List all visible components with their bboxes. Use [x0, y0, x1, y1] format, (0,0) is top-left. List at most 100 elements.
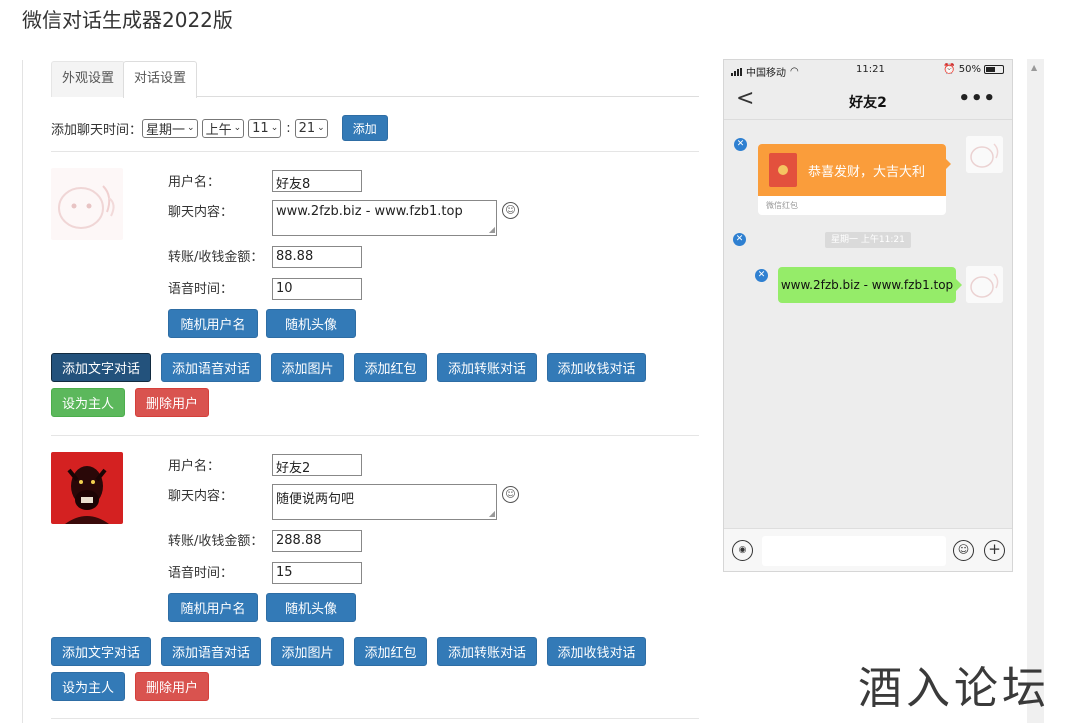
amount-label: 转账/收钱金额： [168, 534, 264, 549]
set-owner-button[interactable]: 设为主人 [51, 388, 125, 417]
add-time-button[interactable]: 添加 [341, 115, 388, 141]
tab-bar: 外观设置 对话设置 [51, 60, 699, 98]
bubble-tail [945, 158, 951, 170]
content-value: www.2fzb.biz - www.fzb1.top [276, 204, 463, 219]
add-text-dialog-button[interactable]: 添加文字对话 [51, 637, 151, 666]
period-value: 上午 [205, 122, 232, 138]
smiley-icon[interactable]: ☺ [502, 202, 519, 219]
voice-time-input[interactable]: 10 [272, 278, 362, 300]
content-textarea[interactable]: 随便说两句吧 ◢ [272, 484, 497, 520]
amount-label: 转账/收钱金额： [168, 250, 264, 265]
phone-preview: 中国移动 ◠ 11:21 ⏰ 50% < 好友2 ••• ✕ 恭喜发财，大吉大利… [723, 59, 1013, 572]
add-redpacket-button[interactable]: 添加红包 [354, 637, 427, 666]
user-avatar[interactable] [51, 168, 123, 240]
dialog-actions: 添加文字对话 添加语音对话 添加图片 添加红包 添加转账对话 添加收钱对话 [51, 637, 646, 666]
editor-panel: 外观设置 对话设置 添加聊天时间： 星期一 ⌄ 上午 ⌄ 11 ⌄ : 21 ⌄ 添加 [22, 60, 702, 723]
user-block-1: 用户名： 好友8 聊天内容： www.2fzb.biz - www.fzb1.t… [51, 152, 701, 432]
content-label: 聊天内容： [168, 205, 234, 220]
content-label: 聊天内容： [168, 489, 234, 504]
resize-handle-icon[interactable]: ◢ [489, 226, 495, 234]
status-right: ⏰ 50% [943, 64, 1004, 75]
username-input[interactable]: 好友8 [272, 170, 362, 192]
add-receive-dialog-button[interactable]: 添加收钱对话 [547, 353, 646, 382]
add-time-label: 添加聊天时间： [51, 122, 143, 138]
tab-dialog[interactable]: 对话设置 [123, 61, 198, 98]
page-title: 微信对话生成器2022版 [22, 8, 233, 32]
username-label: 用户名： [168, 459, 221, 474]
add-transfer-dialog-button[interactable]: 添加转账对话 [437, 637, 537, 666]
add-receive-dialog-button[interactable]: 添加收钱对话 [547, 637, 646, 666]
status-time: 11:21 [856, 64, 885, 75]
content-value: 随便说两句吧 [276, 492, 355, 507]
chat-nav-bar: < 好友2 ••• [724, 82, 1012, 120]
random-username-button[interactable]: 随机用户名 [168, 593, 258, 622]
battery-icon [984, 65, 1004, 74]
voice-time-label: 语音时间： [168, 282, 234, 297]
chevron-down-icon: ⌄ [317, 123, 325, 133]
username-label: 用户名： [168, 175, 221, 190]
scroll-up-icon[interactable]: ▲ [1031, 63, 1037, 72]
random-buttons: 随机用户名 随机头像 [168, 593, 356, 622]
battery-percent: 50% [958, 64, 981, 75]
phone-status-bar: 中国移动 ◠ 11:21 ⏰ 50% [724, 60, 1012, 82]
voice-icon[interactable]: ◉ [732, 540, 753, 561]
user-actions: 设为主人 删除用户 [51, 672, 209, 701]
add-text-dialog-button[interactable]: 添加文字对话 [51, 353, 151, 382]
amount-input[interactable]: 288.88 [272, 530, 362, 552]
redpacket-sub: 微信红包 [766, 201, 798, 210]
chat-input-bar: ◉ ☺ + [724, 528, 1012, 571]
redpacket-message[interactable]: 恭喜发财，大吉大利 微信红包 [758, 144, 946, 215]
add-image-button[interactable]: 添加图片 [271, 637, 344, 666]
hour-value: 11 [252, 120, 269, 136]
smiley-icon[interactable]: ☺ [502, 486, 519, 503]
scrollbar[interactable]: ▲ [1027, 59, 1044, 723]
chat-input[interactable] [762, 536, 946, 566]
smiley-icon[interactable]: ☺ [953, 540, 974, 561]
app-root: 微信对话生成器2022版 外观设置 对话设置 添加聊天时间： 星期一 ⌄ 上午 ⌄ … [0, 0, 1088, 723]
add-image-button[interactable]: 添加图片 [271, 353, 344, 382]
text-message[interactable]: www.2fzb.biz - www.fzb1.top [778, 267, 956, 303]
message-avatar [966, 266, 1003, 303]
status-left: 中国移动 ◠ [731, 64, 799, 79]
bubble-tail [956, 279, 962, 291]
voice-time-label: 语音时间： [168, 566, 234, 581]
random-avatar-button[interactable]: 随机头像 [266, 309, 356, 338]
add-voice-dialog-button[interactable]: 添加语音对话 [161, 353, 261, 382]
plus-icon[interactable]: + [984, 540, 1005, 561]
chevron-down-icon: ⌄ [270, 123, 279, 133]
time-separator: : [286, 120, 291, 136]
user-avatar[interactable] [51, 452, 123, 524]
minute-select[interactable]: 21 ⌄ [294, 118, 328, 138]
delete-user-button[interactable]: 删除用户 [135, 388, 209, 417]
content-textarea[interactable]: www.2fzb.biz - www.fzb1.top ◢ [272, 200, 497, 236]
close-icon[interactable]: ✕ [733, 233, 746, 246]
resize-handle-icon[interactable]: ◢ [489, 510, 495, 518]
period-select[interactable]: 上午 ⌄ [201, 118, 245, 138]
weekday-select[interactable]: 星期一 ⌄ [142, 118, 198, 138]
username-input[interactable]: 好友2 [272, 454, 362, 476]
amount-input[interactable]: 88.88 [272, 246, 362, 268]
tab-appearance[interactable]: 外观设置 [51, 61, 126, 97]
voice-time-input[interactable]: 15 [272, 562, 362, 584]
hour-select[interactable]: 11 ⌄ [248, 118, 282, 138]
random-buttons: 随机用户名 随机头像 [168, 309, 356, 338]
redpacket-text: 恭喜发财，大吉大利 [808, 165, 926, 180]
add-voice-dialog-button[interactable]: 添加语音对话 [161, 637, 261, 666]
weekday-value: 星期一 [146, 122, 186, 138]
watermark: 酒入论坛 [858, 663, 1050, 714]
add-transfer-dialog-button[interactable]: 添加转账对话 [437, 353, 537, 382]
alarm-icon: ⏰ [943, 64, 956, 75]
signal-icon [731, 67, 742, 76]
add-redpacket-button[interactable]: 添加红包 [354, 353, 427, 382]
dialog-actions: 添加文字对话 添加语音对话 添加图片 添加红包 添加转账对话 添加收钱对话 [51, 353, 646, 382]
more-dots-icon[interactable]: ••• [958, 88, 996, 109]
set-owner-button[interactable]: 设为主人 [51, 672, 125, 701]
time-tag: 星期一 上午11:21 [825, 232, 911, 248]
random-username-button[interactable]: 随机用户名 [168, 309, 258, 338]
random-avatar-button[interactable]: 随机头像 [266, 593, 356, 622]
redpacket-icon [769, 153, 797, 187]
close-icon[interactable]: ✕ [734, 138, 747, 151]
delete-user-button[interactable]: 删除用户 [135, 672, 209, 701]
close-icon[interactable]: ✕ [755, 269, 768, 282]
message-avatar [966, 136, 1003, 173]
